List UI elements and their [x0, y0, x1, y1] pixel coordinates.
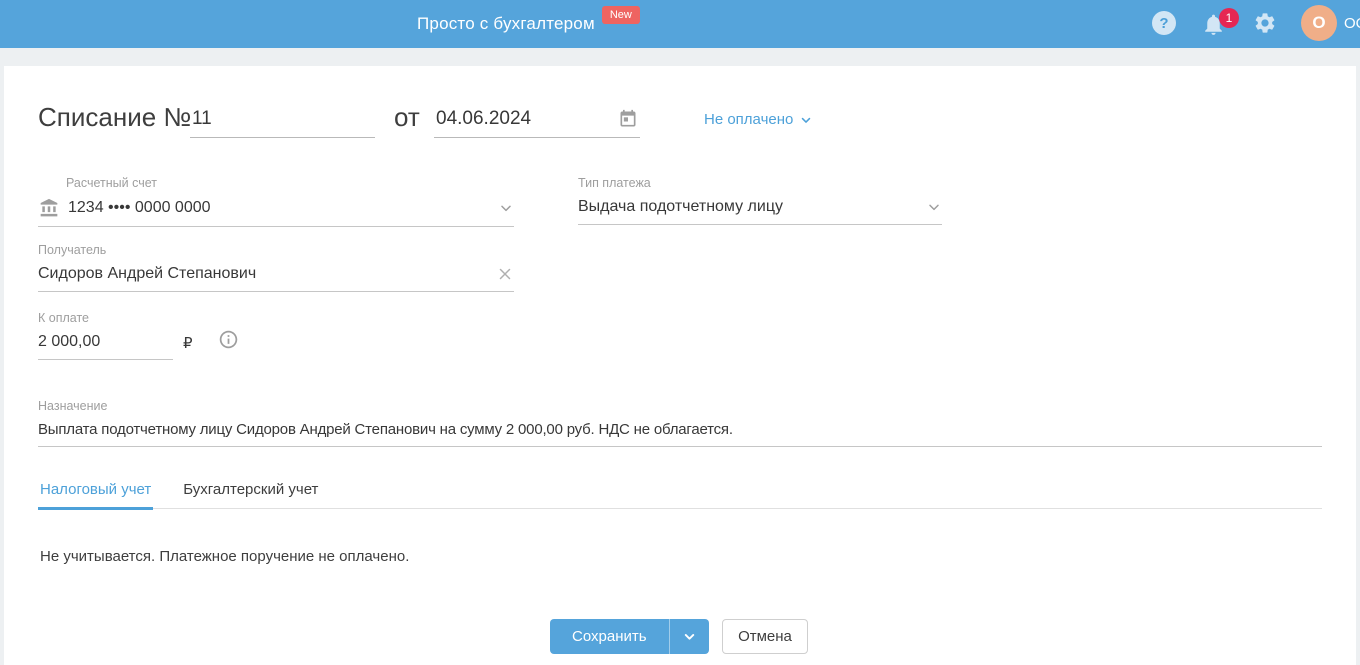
date-preposition: от [394, 102, 420, 132]
app-title: Просто с бухгалтером [417, 14, 595, 33]
recipient-control [38, 265, 514, 292]
chevron-down-icon[interactable] [926, 199, 942, 215]
save-options-chevron-icon[interactable] [668, 619, 709, 654]
top-bar: Просто с бухгалтером New ? 1 О ОО [0, 0, 1360, 48]
document-date-input[interactable] [434, 106, 618, 137]
calendar-icon[interactable] [618, 109, 638, 129]
payment-status-label: Не оплачено [704, 111, 794, 128]
help-icon[interactable]: ? [1152, 11, 1176, 35]
tab-book-accounting[interactable]: Бухгалтерский учет [181, 481, 320, 508]
document-card [4, 66, 1356, 665]
accounting-tabs: Налоговый учет Бухгалтерский учет [38, 481, 1322, 510]
field-amount: К оплате [38, 311, 173, 360]
clear-icon[interactable] [496, 265, 514, 283]
save-button[interactable]: Сохранить [550, 619, 669, 654]
avatar-initial: О [1312, 13, 1326, 32]
payment-type-input[interactable] [578, 198, 918, 216]
recipient-label: Получатель [38, 243, 107, 257]
organization-name: ОО [1344, 15, 1360, 32]
info-icon[interactable] [218, 329, 239, 350]
tab-panel-text: Не учитывается. Платежное поручение не о… [40, 548, 410, 565]
notification-badge: 1 [1219, 8, 1239, 28]
settlement-account-label: Расчетный счет [66, 176, 157, 190]
page-title: Списание № [38, 102, 192, 132]
field-settlement-account: Расчетный счет [38, 176, 514, 227]
document-date-field [434, 106, 640, 138]
payment-type-select[interactable] [578, 198, 942, 225]
cancel-button[interactable]: Отмена [722, 619, 808, 654]
screen: Просто с бухгалтером New ? 1 О ОО Списан… [0, 0, 1360, 665]
field-payment-type: Тип платежа [578, 176, 942, 225]
amount-control [38, 333, 173, 360]
avatar[interactable]: О [1301, 5, 1337, 41]
document-number-input[interactable] [190, 106, 375, 137]
new-badge: New [601, 6, 640, 24]
recipient-input[interactable] [38, 265, 488, 283]
tab-tax-accounting[interactable]: Налоговый учет [38, 481, 154, 510]
chevron-down-icon [799, 113, 813, 127]
purpose-control [38, 421, 1322, 447]
app-title-wrap: Просто с бухгалтером New [417, 0, 640, 48]
notifications-button[interactable]: 1 [1201, 8, 1241, 40]
amount-input[interactable] [38, 333, 173, 351]
settlement-account-input[interactable] [68, 199, 490, 217]
settlement-account-select[interactable] [38, 198, 514, 227]
settings-gear-icon[interactable] [1253, 11, 1277, 35]
purpose-input[interactable] [38, 421, 1322, 438]
bank-icon [38, 198, 60, 218]
field-recipient: Получатель [38, 243, 514, 292]
currency-ruble-sign: ₽ [183, 335, 193, 352]
payment-type-label: Тип платежа [578, 176, 651, 190]
purpose-label: Назначение [38, 399, 108, 413]
chevron-down-icon[interactable] [498, 200, 514, 216]
field-purpose: Назначение [38, 399, 1322, 447]
save-split-button: Сохранить [550, 619, 709, 654]
amount-label: К оплате [38, 311, 89, 325]
document-number-field [190, 106, 375, 138]
payment-status-dropdown[interactable]: Не оплачено [704, 111, 813, 128]
